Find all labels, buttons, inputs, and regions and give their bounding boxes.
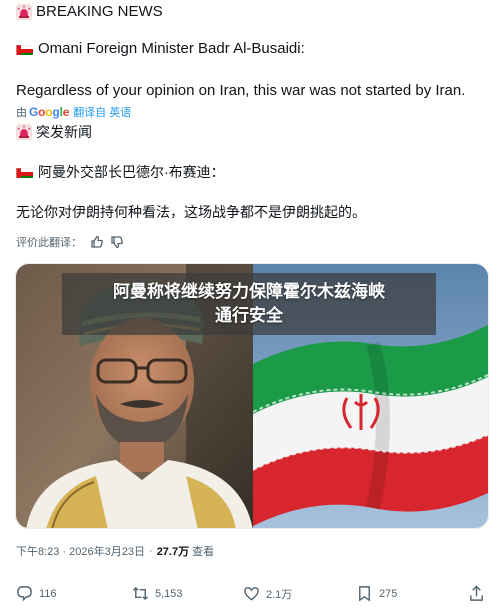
minister-text: Omani Foreign Minister Badr Al-Busaidi: <box>38 40 305 57</box>
retweet-button[interactable]: 5,153 <box>132 585 183 602</box>
quote-cn-text: 无论你对伊朗持何种看法，这场战争都不是伊朗挑起的。 <box>16 204 366 220</box>
oman-flag-icon <box>16 43 33 55</box>
reply-icon <box>17 586 32 602</box>
thumbs-down-icon[interactable] <box>110 235 124 249</box>
bookmark-count: 275 <box>379 587 398 600</box>
minister-cn-line: 阿曼外交部长巴德尔·布赛迪： <box>16 163 225 181</box>
translated-by-label: 由 <box>16 107 27 119</box>
media-caption: 阿曼称将继续努力保障霍尔木兹海峡 通行安全 <box>62 273 436 335</box>
breaking-news-cn-text: 突发新闻 <box>36 124 92 140</box>
like-count: 2.1万 <box>266 588 293 601</box>
oman-flag-icon <box>16 166 33 178</box>
rate-translation: 评价此翻译： <box>16 234 124 250</box>
bookmark-icon <box>359 586 370 602</box>
like-icon <box>244 587 259 601</box>
retweet-icon <box>132 586 149 601</box>
rate-translation-label: 评价此翻译： <box>16 237 82 249</box>
breaking-news-text: BREAKING NEWS <box>36 3 163 20</box>
tweet-timestamp[interactable]: 下午8:23 · 2026年3月23日 <box>16 543 145 559</box>
caption-line-1: 阿曼称将继续努力保障霍尔木兹海峡 <box>113 282 385 302</box>
thumbs-up-icon[interactable] <box>90 235 104 249</box>
tweet-meta: 下午8:23 · 2026年3月23日 · 27.7万 查看 <box>16 543 214 559</box>
tweet-actions: 116 5,153 2.1万 275 <box>16 585 486 605</box>
google-logo: Google <box>29 105 70 119</box>
translate-from-link[interactable]: 翻译自 英语 <box>73 104 131 120</box>
reply-button[interactable]: 116 <box>16 585 57 602</box>
views-label: 查看 <box>192 546 215 558</box>
caption-line-2: 通行安全 <box>215 306 283 326</box>
quote-cn-line: 无论你对伊朗持何种看法，这场战争都不是伊朗挑起的。 <box>16 203 366 221</box>
minister-cn-text: 阿曼外交部长巴德尔·布赛迪： <box>38 164 225 180</box>
quote-line: Regardless of your opinion on Iran, this… <box>16 81 465 101</box>
quote-text: Regardless of your opinion on Iran, this… <box>16 82 466 99</box>
share-button[interactable] <box>468 585 491 602</box>
retweet-count: 5,153 <box>155 587 183 600</box>
like-button[interactable]: 2.1万 <box>243 585 292 602</box>
breaking-news-cn-line: 突发新闻 <box>16 123 92 141</box>
bookmark-button[interactable]: 275 <box>356 585 397 602</box>
reply-count: 116 <box>39 587 57 600</box>
siren-icon <box>16 4 32 20</box>
meta-separator: · <box>149 545 153 557</box>
minister-line: Omani Foreign Minister Badr Al-Busaidi: <box>16 39 305 59</box>
breaking-news-line: BREAKING NEWS <box>16 2 163 22</box>
share-icon <box>470 585 483 601</box>
views-count: 27.7万 <box>156 546 190 558</box>
siren-icon <box>16 124 32 140</box>
translated-by-google: 由 Google 翻译自 英语 <box>16 104 131 120</box>
